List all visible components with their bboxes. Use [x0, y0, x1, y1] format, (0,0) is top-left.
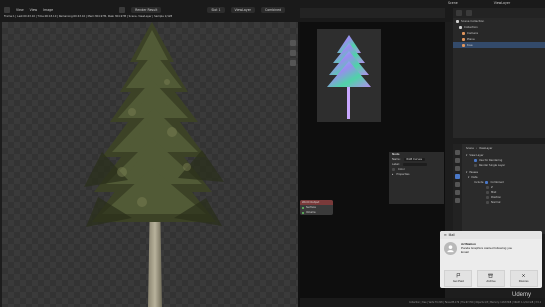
z-checkbox[interactable] — [486, 186, 489, 189]
tool-tab-icon[interactable] — [455, 150, 460, 155]
properties-body: Scene › ViewLayer ▾ View Layer Use for Ren… — [464, 146, 543, 205]
outliner-type-icon[interactable] — [456, 10, 462, 16]
editor-type-icon[interactable] — [4, 7, 10, 13]
render-tab-icon[interactable] — [455, 158, 460, 163]
outliner-header — [453, 8, 545, 18]
rendered-pine-tree-image — [84, 22, 224, 307]
flag-button[interactable]: Get Paid — [444, 269, 473, 287]
properties-editor: Scene › ViewLayer ▾ View Layer Use for Ren… — [453, 144, 545, 234]
chevron-down-icon: ▾ — [466, 171, 468, 174]
view-layer-select-right[interactable]: ViewLayer — [494, 1, 510, 5]
color-checkbox[interactable] — [392, 168, 395, 171]
archive-icon — [488, 273, 494, 278]
flag-icon — [456, 273, 461, 278]
render-view[interactable] — [2, 22, 298, 307]
menu-image[interactable]: Image — [43, 8, 53, 12]
node-name-field[interactable]: RGB Curves — [403, 158, 425, 161]
filter-icon[interactable] — [466, 10, 472, 16]
mail-notification[interactable]: ✉ Mail ArtStation Panda Graphics started… — [440, 231, 542, 288]
world-output-node[interactable]: World Output Surface Volume — [300, 200, 333, 215]
notification-message-suffix: Email — [461, 250, 469, 254]
sample-tool-icon[interactable] — [290, 60, 296, 66]
image-browse-icon[interactable] — [119, 7, 126, 13]
archive-button[interactable]: Archive — [476, 269, 505, 287]
compositor-backdrop — [317, 29, 381, 122]
chevron-down-icon: ▾ — [466, 154, 468, 157]
render-single-layer-row[interactable]: Render Single Layer — [464, 163, 543, 168]
volume-socket-row: Volume — [300, 210, 333, 215]
render-single-layer-checkbox[interactable] — [474, 164, 477, 167]
close-icon — [521, 273, 526, 278]
zoom-tool-icon[interactable] — [290, 40, 296, 46]
pan-tool-icon[interactable] — [290, 50, 296, 56]
position-checkbox[interactable] — [486, 196, 489, 199]
outliner-item-tree[interactable]: tree — [453, 42, 545, 48]
chevron-down-icon: ▾ — [468, 176, 470, 179]
outliner: Scene Collection Collection Camera Plane… — [453, 8, 545, 138]
view-layer-tab-icon[interactable] — [455, 174, 460, 179]
mail-app-icon: ✉ — [444, 233, 447, 237]
notification-text: ArtStation Panda Graphics started follow… — [461, 242, 512, 255]
backdrop-tree-preview — [327, 35, 371, 119]
chevron-right-icon: ▸ — [392, 173, 394, 176]
menu-view-2[interactable]: View — [30, 8, 38, 12]
properties-breadcrumb: Scene › ViewLayer — [466, 147, 493, 150]
udemy-watermark: Udemy — [512, 292, 532, 298]
node-sidebar-panel: Node Name: RGB Curves Label: Color ▸ Pro… — [389, 152, 444, 204]
view-layer-select[interactable]: ViewLayer — [230, 7, 255, 13]
notification-body: ArtStation Panda Graphics started follow… — [440, 239, 542, 258]
status-bar: Collection | tree | Verts:79,318 | Faces… — [300, 298, 545, 307]
notification-header: ✉ Mail — [440, 231, 542, 239]
dismiss-button[interactable]: Dismiss — [509, 269, 538, 287]
combined-checkbox[interactable] — [485, 181, 489, 184]
app-window: View View Image Render Result Slot 1 Vie… — [0, 0, 545, 307]
object-tab-icon[interactable] — [455, 198, 460, 203]
notification-app-name: Mail — [448, 233, 455, 237]
scene-select[interactable]: Scene — [448, 1, 458, 5]
image-side-toolbar — [290, 40, 296, 66]
use-for-rendering-checkbox[interactable] — [474, 159, 477, 162]
menu-view[interactable]: View — [16, 8, 24, 12]
world-tab-icon[interactable] — [455, 190, 460, 195]
avatar — [444, 242, 457, 255]
render-slot-select[interactable]: Render Result — [131, 7, 162, 13]
node-properties-row[interactable]: ▸ Properties — [389, 172, 444, 177]
slot-select[interactable]: Slot 1 — [207, 7, 225, 13]
person-icon — [447, 245, 454, 253]
pass-select[interactable]: Combined — [260, 7, 286, 13]
normal-pass-row[interactable]: Normal — [464, 200, 543, 205]
compositor-header-bar — [300, 8, 445, 18]
notification-actions: Get Paid Archive Dismiss — [440, 268, 542, 288]
mist-checkbox[interactable] — [486, 191, 489, 194]
node-label-field[interactable] — [402, 163, 427, 166]
scene-tab-icon[interactable] — [455, 182, 460, 187]
output-tab-icon[interactable] — [455, 166, 460, 171]
properties-tabs — [453, 144, 462, 234]
normal-checkbox[interactable] — [486, 201, 489, 204]
render-frame-info: Frame:1 | Last:00:43.10 | Time:00:43.10 … — [4, 15, 173, 18]
